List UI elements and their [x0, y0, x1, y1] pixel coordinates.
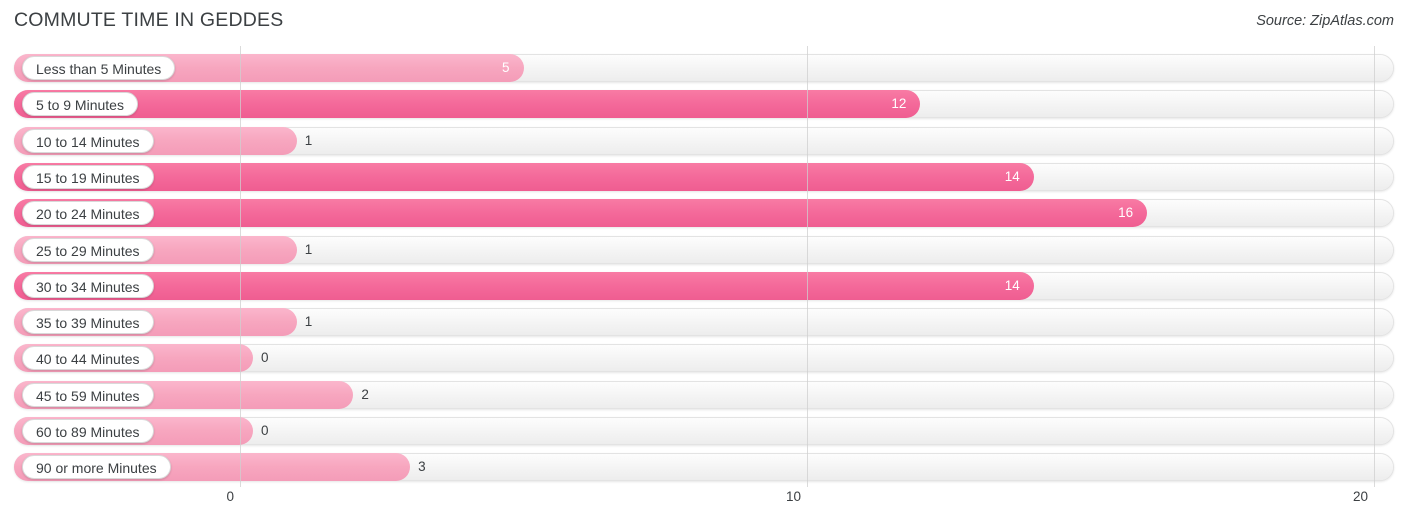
bar-category-label: 25 to 29 Minutes [22, 237, 154, 262]
bar-rows: 5 Less than 5 Minutes 12 5 to 9 Minutes 1 10 … [0, 46, 1406, 487]
chart-header: COMMUTE TIME IN GEDDES Source: ZipAtlas.… [0, 0, 1406, 44]
bar-value-label: 1 [304, 314, 313, 330]
source-label: Source: ZipAtlas.com [1256, 13, 1394, 29]
bar-value-label: 14 [1004, 168, 1020, 184]
bar-value-label: 2 [361, 386, 369, 402]
bar-row: 3 90 or more Minutes [14, 453, 1394, 482]
bar-row: 14 15 to 19 Minutes [14, 162, 1394, 191]
bar-value-label: 0 [261, 350, 269, 366]
bar-category-label: 60 to 89 Minutes [22, 419, 154, 443]
bar[interactable] [14, 271, 1034, 300]
bar-category-label: 35 to 39 Minutes [22, 310, 154, 335]
x-axis-tick-label: 10 [785, 489, 801, 504]
bar-value-label: 16 [1118, 205, 1134, 221]
bar-row: 1 35 to 39 Minutes [14, 308, 1394, 337]
bar-row: 1 10 to 14 Minutes [14, 126, 1394, 155]
x-axis-tick-label: 20 [1352, 489, 1368, 504]
bar-row: 2 45 to 59 Minutes [14, 380, 1394, 409]
bar-category-label: 10 to 14 Minutes [22, 128, 154, 153]
bar-category-label: 5 to 9 Minutes [22, 92, 138, 117]
bar-value-label: 3 [418, 459, 426, 475]
bar-row: 5 Less than 5 Minutes [14, 54, 1394, 82]
chart-plot-area: 5 Less than 5 Minutes 12 5 to 9 Minutes 1 10 … [0, 46, 1406, 487]
bar-value-label: 14 [1004, 277, 1020, 293]
bar-category-label: Less than 5 Minutes [22, 56, 176, 80]
bar-value-label: 0 [261, 423, 269, 438]
bar-value-label: 1 [304, 132, 313, 148]
bar-category-label: 40 to 44 Minutes [22, 346, 154, 371]
bar-row: 0 60 to 89 Minutes [14, 417, 1394, 445]
bar-category-label: 15 to 19 Minutes [22, 164, 154, 189]
bar[interactable] [14, 90, 921, 119]
bar-value-label: 5 [501, 60, 510, 75]
bar-category-label: 45 to 59 Minutes [22, 382, 154, 407]
x-axis-tick-label: 0 [226, 489, 234, 504]
bar[interactable] [14, 199, 1148, 228]
bar-row: 14 30 to 34 Minutes [14, 271, 1394, 300]
bar-category-label: 20 to 24 Minutes [22, 201, 154, 226]
bar-value-label: 1 [304, 241, 313, 257]
x-axis: 0 10 20 [0, 487, 1406, 523]
bar-category-label: 30 to 34 Minutes [22, 273, 154, 298]
page-title: COMMUTE TIME IN GEDDES [14, 9, 284, 31]
bar-category-label: 90 or more Minutes [22, 455, 171, 480]
bar-row: 16 20 to 24 Minutes [14, 199, 1394, 228]
bar-row: 1 25 to 29 Minutes [14, 235, 1394, 264]
bar-value-label: 12 [891, 96, 907, 112]
bar[interactable] [14, 162, 1034, 191]
bar-row: 12 5 to 9 Minutes [14, 90, 1394, 119]
bar-row: 0 40 to 44 Minutes [14, 344, 1394, 373]
